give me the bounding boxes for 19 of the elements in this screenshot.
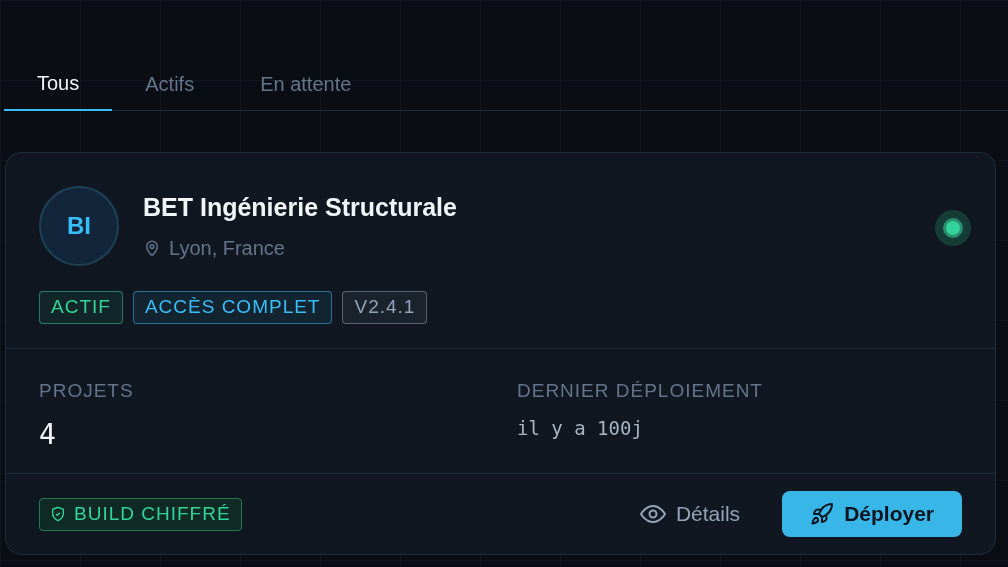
tab[interactable]: En attente <box>227 56 385 111</box>
shield-icon <box>50 505 66 523</box>
company-name: BET Ingénierie Structurale <box>143 192 457 224</box>
deploy-button[interactable]: Déployer <box>782 491 962 537</box>
tag: ACTIF <box>39 291 123 324</box>
stat-value: 4 <box>39 416 57 453</box>
tag: ACCÈS COMPLET <box>132 291 333 324</box>
tab[interactable]: Tous <box>4 56 113 111</box>
avatar: BI <box>39 186 119 266</box>
tab[interactable]: Actifs <box>112 56 228 111</box>
tag: V2.4.1 <box>342 291 428 324</box>
stat-value: il y a 100j <box>517 415 644 441</box>
details-button[interactable]: Détails <box>639 498 741 530</box>
rocket-icon <box>810 502 835 526</box>
stat-label: DERNIER DÉPLOIEMENT <box>517 379 764 403</box>
encrypted-build-badge: BUILD CHIFFRÉ <box>39 497 242 531</box>
eye-icon <box>639 504 666 524</box>
location-text: Lyon, France <box>169 235 285 261</box>
stat-label: PROJETS <box>39 379 135 403</box>
